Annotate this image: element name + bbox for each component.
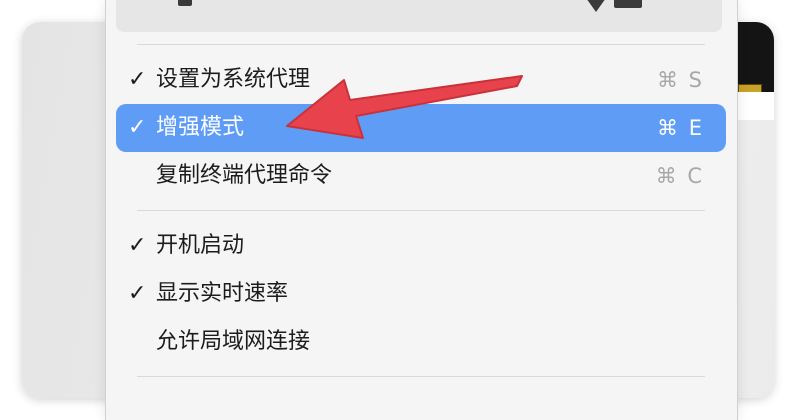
- menu-item-label: 允许局域网连接: [156, 329, 311, 354]
- screenshot-stage: ✓ 设置为系统代理 ⌘ S ✓ 增强模式 ⌘ E 复制终端代理命令 ⌘ C ✓ …: [0, 0, 796, 420]
- menu-item-label: 显示实时速率: [156, 281, 289, 306]
- checkmark-icon: ✓: [128, 67, 147, 92]
- menu-item-label: 复制终端代理命令: [156, 163, 333, 188]
- partial-icon: [178, 0, 192, 6]
- menu-item-shortcut: ⌘ E: [657, 116, 704, 140]
- menu-top-partial-item[interactable]: [116, 0, 722, 32]
- menu-item-shortcut: ⌘ S: [656, 68, 704, 92]
- checkmark-icon: ✓: [128, 281, 147, 306]
- menu-item-launch-at-login[interactable]: ✓ 开机启动: [116, 222, 726, 270]
- dropdown-menu: ✓ 设置为系统代理 ⌘ S ✓ 增强模式 ⌘ E 复制终端代理命令 ⌘ C ✓ …: [105, 0, 738, 420]
- menu-item-allow-lan[interactable]: 允许局域网连接: [116, 318, 726, 366]
- menu-item-enhanced-mode[interactable]: ✓ 增强模式 ⌘ E: [116, 104, 726, 152]
- background-dark-panel: [736, 22, 774, 92]
- menu-item-copy-terminal-proxy[interactable]: 复制终端代理命令 ⌘ C: [116, 152, 726, 200]
- partial-icon: [586, 0, 606, 12]
- menu-item-show-speed[interactable]: ✓ 显示实时速率: [116, 270, 726, 318]
- checkmark-icon: ✓: [128, 233, 147, 258]
- partial-icon: [614, 0, 642, 8]
- menu-item-shortcut: ⌘ C: [655, 164, 704, 188]
- menu-item-system-proxy[interactable]: ✓ 设置为系统代理 ⌘ S: [116, 56, 726, 104]
- menu-separator: [137, 44, 705, 45]
- menu-separator: [137, 376, 705, 377]
- menu-item-label: 增强模式: [156, 115, 245, 140]
- background-light-panel: [736, 92, 774, 120]
- menu-item-label: 设置为系统代理: [156, 67, 311, 92]
- menu-item-label: 开机启动: [156, 233, 245, 258]
- menu-separator: [137, 210, 705, 211]
- checkmark-icon: ✓: [128, 115, 147, 140]
